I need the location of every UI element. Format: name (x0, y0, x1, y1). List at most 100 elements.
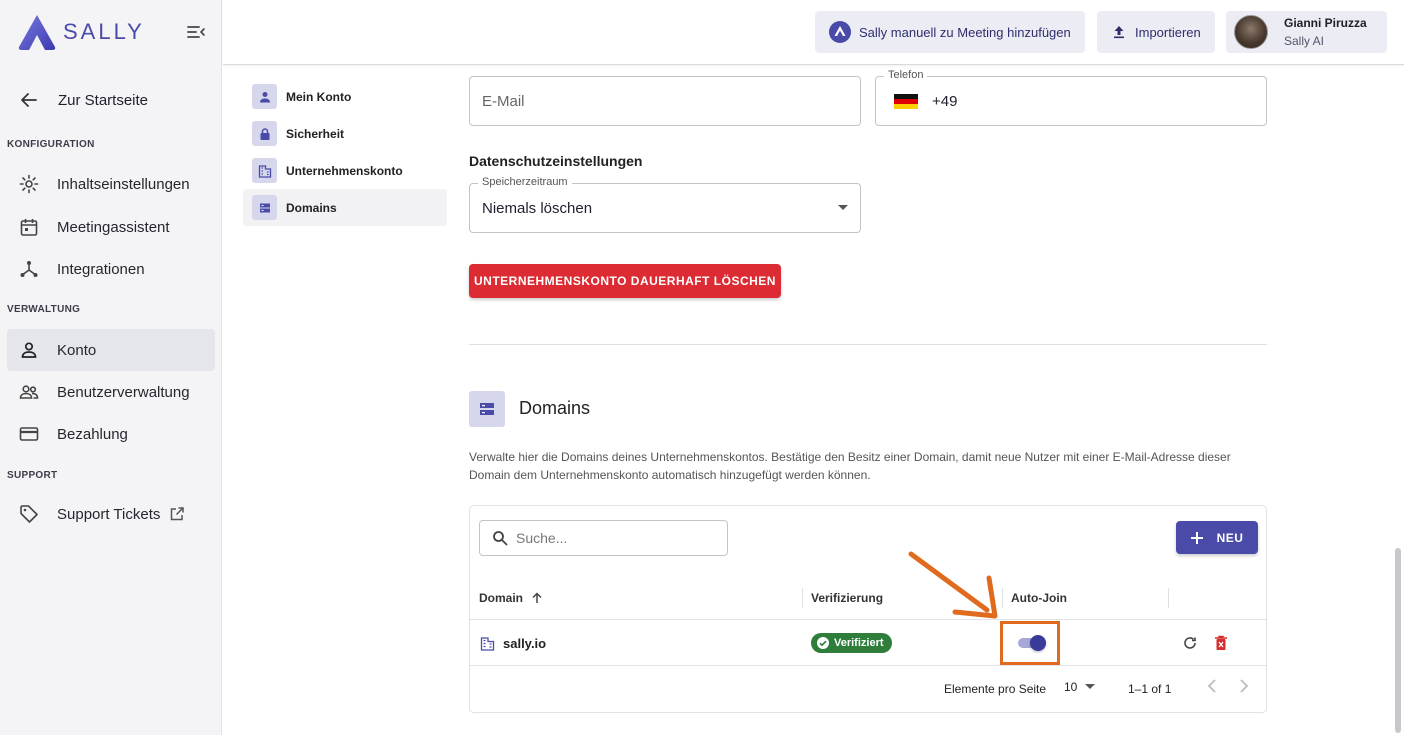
collapse-menu-icon[interactable] (186, 22, 206, 42)
column-autojoin-label: Auto-Join (1011, 591, 1067, 605)
column-domain[interactable]: Domain (479, 576, 543, 620)
subnav-sicherheit[interactable]: Sicherheit (243, 115, 447, 152)
sidebar-item-bezahlung[interactable]: Bezahlung (7, 413, 215, 455)
column-autojoin[interactable]: Auto-Join (1011, 576, 1067, 620)
domains-description: Verwalte hier die Domains deines Unterne… (469, 450, 1231, 482)
delete-company-account-button[interactable]: UNTERNEHMENSKONTO DAUERHAFT LÖSCHEN (469, 264, 781, 298)
people-icon (19, 385, 39, 399)
sidebar-item-label: Integrationen (57, 260, 145, 278)
subnav-label: Sicherheit (286, 126, 345, 141)
sidebar-item-label: Bezahlung (57, 425, 128, 443)
refresh-icon (1184, 637, 1196, 649)
annotation-arrow-icon (908, 551, 998, 619)
calendar-icon (20, 219, 38, 236)
rows-per-page-label: Elemente pro Seite (944, 682, 1047, 696)
subnav-label: Unternehmenskonto (286, 163, 403, 178)
section-konfiguration: KONFIGURATION (7, 139, 95, 150)
add-meeting-label: Sally manuell zu Meeting hinzufügen (859, 24, 1071, 40)
lock-icon (252, 121, 277, 146)
user-organization: Sally AI (1284, 34, 1325, 48)
domain-name: sally.io (503, 635, 547, 651)
table-row: sally.io Verifiziert (470, 620, 1266, 666)
sidebar-item-label: Inhaltseinstellungen (57, 175, 190, 193)
domains-title: Domains (519, 398, 591, 418)
sidebar-item-label: Benutzerverwaltung (57, 383, 190, 401)
user-name: Gianni Piruzza (1284, 16, 1367, 30)
column-domain-label: Domain (479, 591, 524, 605)
phone-field[interactable]: Telefon +49 (875, 69, 1267, 126)
verified-label: Verifiziert (834, 637, 884, 649)
delete-domain-button[interactable] (1214, 620, 1228, 666)
sort-arrow-up-icon (532, 592, 542, 603)
rows-per-page-select[interactable]: 10 (1064, 680, 1096, 694)
sidebar: SALLY Zur Startseite KONFIGURATION Inhal… (0, 0, 222, 735)
search-icon (493, 531, 508, 546)
sidebar-item-konto[interactable]: Konto (7, 329, 215, 371)
sally-logo-icon (829, 21, 851, 43)
refresh-verification-button[interactable] (1182, 620, 1198, 666)
subnav-domains[interactable]: Domains (243, 189, 447, 226)
logo[interactable]: SALLY (17, 13, 145, 51)
subnav-label: Domains (286, 200, 337, 215)
email-field[interactable]: E-Mail (469, 76, 861, 126)
import-button[interactable]: Importieren (1097, 11, 1215, 53)
column-verification[interactable]: Verifizierung (811, 576, 883, 620)
tag-icon (20, 505, 38, 523)
retention-label: Speicherzeitraum (478, 176, 572, 188)
back-to-home-link[interactable]: Zur Startseite (0, 80, 222, 120)
sidebar-item-integrationen[interactable]: Integrationen (7, 248, 215, 290)
person-icon (21, 342, 37, 358)
subnav-mein-konto[interactable]: Mein Konto (243, 78, 447, 115)
credit-card-icon (19, 427, 39, 441)
phone-value: +49 (932, 92, 958, 110)
sidebar-item-inhaltseinstellungen[interactable]: Inhaltseinstellungen (7, 163, 215, 205)
add-domain-button[interactable]: NEU (1176, 521, 1258, 554)
phone-label: Telefon (884, 69, 928, 81)
user-menu[interactable]: Gianni Piruzza Sally AI (1226, 11, 1387, 53)
next-page-icon[interactable] (1238, 678, 1250, 694)
arrow-left-icon (21, 93, 37, 107)
subnav-label: Mein Konto (286, 89, 352, 104)
sidebar-item-support-tickets[interactable]: Support Tickets (7, 493, 215, 535)
email-placeholder: E-Mail (482, 92, 525, 110)
column-verification-label: Verifizierung (811, 591, 884, 605)
building-icon (252, 158, 277, 183)
sally-logo-icon (18, 15, 56, 50)
sidebar-item-label: Support Tickets (57, 505, 161, 523)
external-link-icon (170, 507, 184, 521)
dns-icon (252, 195, 277, 220)
search-input[interactable]: Suche... (479, 520, 728, 556)
pagination-range: 1–1 of 1 (1128, 682, 1172, 696)
column-separator (1168, 588, 1169, 608)
verification-cell: Verifiziert (811, 620, 892, 666)
rows-per-page-value: 10 (1064, 680, 1078, 694)
sidebar-item-label: Konto (57, 341, 97, 359)
retention-select[interactable]: Speicherzeitraum Niemals löschen (469, 176, 861, 233)
page-scrollbar[interactable] (1395, 548, 1401, 733)
new-button-label: NEU (1216, 530, 1244, 545)
sidebar-item-label: Meetingassistent (57, 218, 170, 236)
column-separator (802, 588, 803, 608)
domains-table-card: Suche... NEU Domain Verifizierung Auto-J… (469, 505, 1267, 713)
add-sally-to-meeting-button[interactable]: Sally manuell zu Meeting hinzufügen (815, 11, 1085, 53)
divider (469, 344, 1267, 345)
building-icon (480, 636, 495, 651)
search-placeholder: Suche... (516, 530, 568, 546)
back-link-label: Zur Startseite (58, 91, 149, 109)
upload-icon (1114, 26, 1124, 39)
dropdown-arrow-icon (838, 205, 848, 210)
previous-page-icon[interactable] (1206, 678, 1218, 694)
top-bar: Sally manuell zu Meeting hinzufügen Impo… (223, 0, 1404, 65)
table-header: Domain Verifizierung Auto-Join (470, 576, 1266, 620)
trash-icon (1215, 635, 1227, 650)
section-verwaltung: VERWALTUNG (7, 304, 81, 315)
logo-text: SALLY (63, 19, 145, 44)
sidebar-item-benutzerverwaltung[interactable]: Benutzerverwaltung (7, 371, 215, 413)
person-icon (252, 84, 277, 109)
check-circle-icon (817, 637, 829, 649)
privacy-heading: Datenschutzeinstellungen (469, 153, 643, 169)
subnav-unternehmenskonto[interactable]: Unternehmenskonto (243, 152, 447, 189)
table-pagination: Elemente pro Seite 10 1–1 of 1 (470, 666, 1266, 712)
avatar (1234, 15, 1268, 49)
sidebar-item-meetingassistent[interactable]: Meetingassistent (7, 206, 215, 248)
